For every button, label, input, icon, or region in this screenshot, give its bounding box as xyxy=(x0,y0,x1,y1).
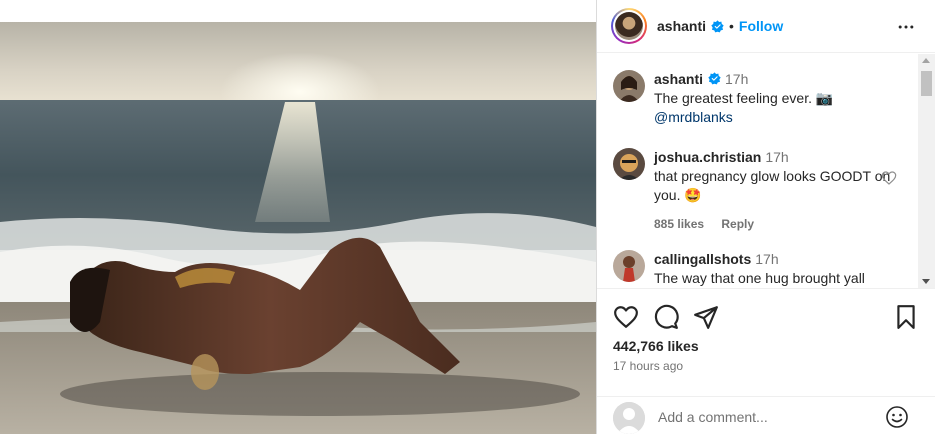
comment-username[interactable]: callingallshots xyxy=(654,251,751,267)
comment-avatar[interactable] xyxy=(613,70,645,102)
comment-likes-count[interactable]: 885 likes xyxy=(654,217,704,231)
post-side-panel: ashanti • Follow ashanti 17h The greatest… xyxy=(596,0,935,434)
header-separator: • xyxy=(729,18,734,34)
author-avatar[interactable] xyxy=(611,8,647,44)
verified-badge-icon xyxy=(708,72,721,85)
comment-meta: 885 likes Reply xyxy=(654,215,904,234)
caption-mention-link[interactable]: @mrdblanks xyxy=(654,108,904,127)
post-header: ashanti • Follow xyxy=(597,0,935,53)
post-time[interactable]: 17 hours ago xyxy=(613,359,683,373)
comment-time[interactable]: 17h xyxy=(755,251,778,267)
comment-time[interactable]: 17h xyxy=(765,149,788,165)
bookmark-icon[interactable] xyxy=(893,304,919,330)
comment-text: The way that one hug brought yall xyxy=(654,270,865,286)
comments-list[interactable]: ashanti 17h The greatest feeling ever. 📷 … xyxy=(597,54,935,288)
author-username[interactable]: ashanti xyxy=(657,18,706,34)
add-comment-bar xyxy=(597,396,935,434)
comments-scrollbar[interactable] xyxy=(918,54,935,288)
more-options-icon[interactable] xyxy=(896,17,916,37)
post-photo[interactable] xyxy=(0,22,596,434)
caption-text: The greatest feeling ever. 📷 xyxy=(654,90,834,106)
comment-avatar[interactable] xyxy=(613,250,645,282)
current-user-avatar xyxy=(613,402,645,434)
comment-reply-button[interactable]: Reply xyxy=(721,217,754,231)
heart-icon[interactable] xyxy=(613,304,639,330)
comment-time[interactable]: 17h xyxy=(725,71,748,87)
likes-count[interactable]: 442,766 likes xyxy=(613,338,699,354)
emoji-icon[interactable] xyxy=(885,405,909,429)
comment-text: that pregnancy glow looks GOODT on you. … xyxy=(654,168,891,203)
comment-username[interactable]: joshua.christian xyxy=(654,149,761,165)
verified-badge-icon xyxy=(711,19,724,32)
scroll-thumb[interactable] xyxy=(921,71,932,96)
comment-avatar[interactable] xyxy=(613,148,645,180)
beach-photo-image xyxy=(0,22,596,434)
follow-button[interactable]: Follow xyxy=(739,18,783,34)
comment-heart-icon[interactable] xyxy=(881,170,897,186)
comment-icon[interactable] xyxy=(653,304,679,330)
share-icon[interactable] xyxy=(693,304,719,330)
scroll-up-arrow-icon[interactable] xyxy=(922,58,930,63)
comment-username[interactable]: ashanti xyxy=(654,71,703,87)
post-media-pane xyxy=(0,0,596,434)
add-comment-input[interactable] xyxy=(658,406,878,428)
scroll-down-arrow-icon[interactable] xyxy=(922,279,930,284)
